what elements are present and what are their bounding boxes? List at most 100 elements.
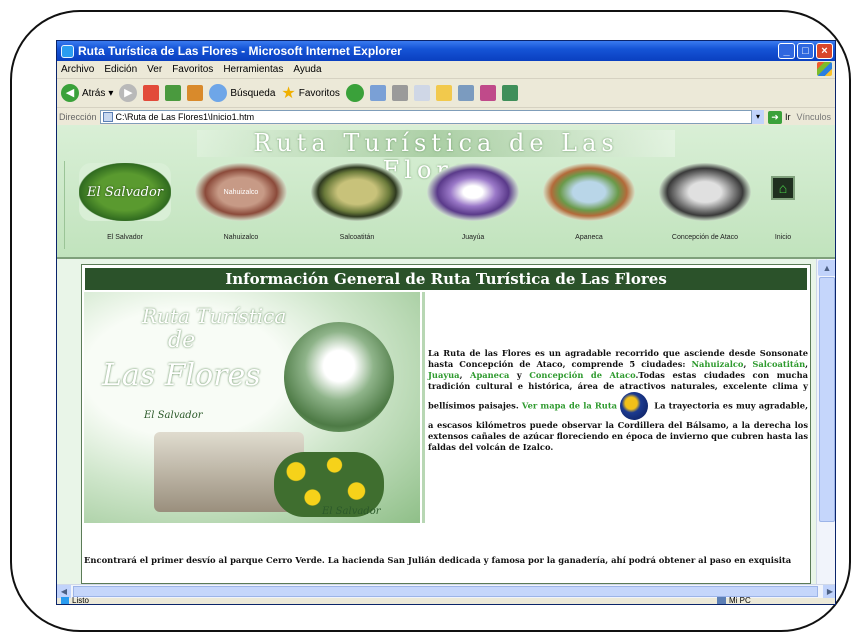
status-page-icon bbox=[61, 596, 69, 604]
status-bar: Listo Mi PC bbox=[57, 596, 835, 605]
address-input[interactable]: C:\Ruta de Las Flores1\Inicio1.htm bbox=[99, 110, 752, 124]
top-navigation-frame: Ruta Turística de Las Flores El Salvador… bbox=[57, 125, 835, 259]
menu-bar: Archivo Edición Ver Favoritos Herramient… bbox=[57, 61, 835, 79]
favorites-button[interactable]: ★ Favoritos bbox=[281, 83, 339, 103]
favorites-label: Favoritos bbox=[298, 87, 340, 99]
go-arrow-icon: ➜ bbox=[767, 110, 782, 124]
main-frame: Información General de Ruta Turística de… bbox=[57, 259, 817, 584]
mail-icon[interactable] bbox=[369, 85, 386, 101]
back-arrow-icon: ◀ bbox=[61, 84, 79, 102]
link-salcoatitan[interactable]: Salcoatitán bbox=[752, 359, 805, 369]
messenger-icon[interactable] bbox=[479, 85, 496, 101]
city-nav: El Salvador El Salvador Nahuizalco Nahui… bbox=[67, 159, 822, 249]
dropdown-arrow-icon[interactable]: ▾ bbox=[108, 88, 113, 99]
toolbar: ◀ Atrás ▾ ▶ Búsqueda ★ Favoritos bbox=[57, 79, 835, 108]
nav-label: Salcoatitán bbox=[339, 234, 375, 241]
menu-archivo[interactable]: Archivo bbox=[61, 64, 94, 75]
el-salvador-map-image: El Salvador bbox=[79, 163, 171, 221]
scroll-thumb[interactable] bbox=[819, 277, 835, 522]
concepcion-de-ataco-image bbox=[659, 163, 751, 221]
bottom-paragraph: Encontrará el primer desvío al parque Ce… bbox=[84, 555, 792, 565]
page-icon bbox=[102, 112, 113, 122]
status-text: Listo bbox=[72, 596, 89, 605]
page-content: Ruta Turística de Las Flores El Salvador… bbox=[57, 125, 835, 584]
nav-concepcion-de-ataco[interactable]: Concepción de Ataco bbox=[647, 159, 763, 249]
link-concepcion-de-ataco[interactable]: Concepción de Ataco bbox=[529, 370, 635, 380]
home-icon: ⌂ bbox=[771, 176, 795, 200]
nav-nahuizalco[interactable]: Nahuizalco Nahuizalco bbox=[183, 159, 299, 249]
nav-label: El Salvador bbox=[107, 234, 143, 241]
title-bar[interactable]: Ruta Turística de Las Flores - Microsoft… bbox=[57, 41, 835, 61]
print-icon[interactable] bbox=[391, 85, 408, 101]
computer-icon bbox=[717, 596, 726, 604]
collage-title-line3: Las Flores bbox=[102, 358, 261, 393]
minimize-button[interactable]: _ bbox=[778, 43, 795, 59]
maximize-button[interactable]: □ bbox=[797, 43, 814, 59]
close-button[interactable]: × bbox=[816, 43, 833, 59]
ie-icon bbox=[61, 44, 74, 58]
scroll-up-icon[interactable]: ▲ bbox=[818, 260, 835, 276]
horizontal-scroll-thumb[interactable] bbox=[73, 586, 818, 597]
links-button[interactable]: Vínculos bbox=[796, 112, 831, 122]
menu-herramientas[interactable]: Herramientas bbox=[223, 64, 283, 75]
star-icon: ★ bbox=[281, 85, 296, 102]
collage-title-line1: Ruta Turística bbox=[142, 304, 287, 328]
windows-logo-icon bbox=[817, 62, 832, 76]
forward-button[interactable]: ▶ bbox=[119, 84, 138, 102]
search-button[interactable]: Búsqueda bbox=[209, 84, 275, 102]
nav-apaneca[interactable]: Apaneca bbox=[531, 159, 647, 249]
nav-label: Concepción de Ataco bbox=[671, 234, 739, 241]
menu-ver[interactable]: Ver bbox=[147, 64, 162, 75]
extension-icon[interactable] bbox=[501, 85, 518, 101]
address-url: C:\Ruta de Las Flores1\Inicio1.htm bbox=[115, 112, 255, 122]
menu-edicion[interactable]: Edición bbox=[104, 64, 137, 75]
link-ver-mapa[interactable]: Ver mapa de la Ruta bbox=[522, 401, 617, 411]
collage-subtitle: El Salvador bbox=[144, 410, 203, 421]
el-salvador-logo-text: El Salvador bbox=[86, 184, 164, 200]
link-juayua[interactable]: Juayua bbox=[428, 370, 460, 380]
ruta-collage-image: Ruta Turística de Las Flores El Salvador… bbox=[84, 292, 420, 523]
link-nahuizalco[interactable]: Nahuizalco bbox=[691, 359, 743, 369]
zone-text: Mi PC bbox=[729, 596, 751, 605]
back-button[interactable]: ◀ Atrás ▾ bbox=[61, 84, 113, 102]
refresh-icon[interactable] bbox=[165, 85, 182, 101]
history-icon[interactable] bbox=[345, 84, 364, 102]
globe-icon[interactable] bbox=[620, 392, 649, 420]
info-header: Información General de Ruta Turística de… bbox=[85, 268, 807, 290]
home-icon[interactable] bbox=[187, 85, 204, 101]
vertical-scrollbar[interactable]: ▲ bbox=[816, 259, 835, 584]
research-icon[interactable] bbox=[457, 85, 474, 101]
desc-sep: , bbox=[805, 359, 808, 369]
stop-icon[interactable] bbox=[143, 85, 160, 101]
site-banner: Ruta Turística de Las Flores bbox=[197, 130, 675, 184]
nav-salcoatitan[interactable]: Salcoatitán bbox=[299, 159, 415, 249]
nav-el-salvador[interactable]: El Salvador El Salvador bbox=[67, 159, 183, 249]
menu-ayuda[interactable]: Ayuda bbox=[293, 64, 321, 75]
search-label: Búsqueda bbox=[230, 87, 276, 99]
desc-sep: , bbox=[459, 370, 471, 380]
nav-label: Apaneca bbox=[575, 234, 603, 241]
ie-window: Ruta Turística de Las Flores - Microsoft… bbox=[56, 40, 836, 605]
collage-signature: El Salvador bbox=[322, 506, 381, 517]
nav-label: Nahuizalco bbox=[223, 234, 259, 241]
apaneca-image bbox=[543, 163, 635, 221]
address-label: Dirección bbox=[59, 112, 97, 122]
link-apaneca[interactable]: Apaneca bbox=[470, 370, 509, 380]
folder-icon[interactable] bbox=[435, 85, 452, 101]
waterfall-image bbox=[284, 322, 394, 432]
edit-icon[interactable] bbox=[413, 85, 430, 101]
nav-label: Juayúa bbox=[461, 234, 485, 241]
juayua-image bbox=[427, 163, 519, 221]
address-dropdown-icon[interactable]: ▾ bbox=[751, 110, 764, 124]
scroll-right-icon[interactable]: ▶ bbox=[823, 585, 835, 598]
nahuizalco-logo-text: Nahuizalco bbox=[223, 188, 259, 196]
info-table: Información General de Ruta Turística de… bbox=[81, 264, 811, 584]
search-icon bbox=[209, 84, 228, 102]
nav-juayua[interactable]: Juayúa bbox=[415, 159, 531, 249]
divider bbox=[422, 292, 425, 523]
go-label: Ir bbox=[784, 112, 791, 122]
nahuizalco-image: Nahuizalco bbox=[195, 163, 287, 221]
nav-inicio[interactable]: ⌂ Inicio bbox=[763, 159, 803, 249]
menu-favoritos[interactable]: Favoritos bbox=[172, 64, 213, 75]
go-button[interactable]: ➜ Ir bbox=[767, 110, 791, 124]
